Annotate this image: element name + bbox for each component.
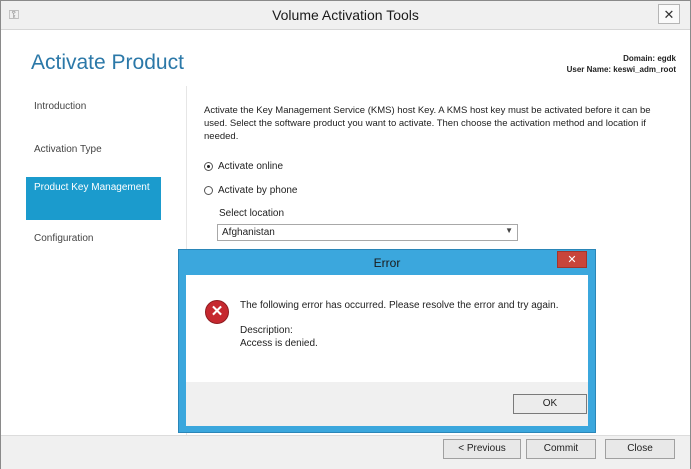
domain-label: Domain: egdk — [623, 54, 676, 63]
commit-button[interactable]: Commit — [526, 439, 596, 459]
description-value: Access is denied. — [240, 338, 318, 349]
activate-online-option[interactable]: Activate online — [204, 161, 283, 172]
page-title: Activate Product — [31, 51, 184, 74]
activate-by-phone-option[interactable]: Activate by phone — [204, 185, 298, 196]
location-select[interactable]: Afghanistan ▼ — [217, 224, 518, 241]
window-close-button[interactable]: ✕ — [658, 4, 680, 24]
volume-activation-window: ⚿ Volume Activation Tools ✕ Activate Pro… — [0, 0, 691, 469]
select-location-label: Select location — [219, 208, 285, 219]
domain-info: Domain: egdk User Name: keswi_adm_root — [567, 53, 676, 75]
error-dialog-title: Error — [373, 256, 401, 270]
sidebar-item-configuration[interactable]: Configuration — [26, 223, 161, 263]
previous-button[interactable]: < Previous — [443, 439, 521, 459]
error-message: The following error has occurred. Please… — [240, 300, 559, 311]
user-name-label: User Name: keswi_adm_root — [566, 65, 676, 74]
error-description: Description: Access is denied. — [240, 324, 318, 350]
error-dialog-close-button[interactable]: ✕ — [557, 251, 587, 268]
title-bar: ⚿ Volume Activation Tools ✕ — [1, 1, 690, 30]
error-dialog: Error ✕ ✕ The following error has occurr… — [178, 249, 596, 433]
error-icon: ✕ — [205, 300, 229, 324]
sidebar-item-introduction[interactable]: Introduction — [26, 91, 161, 131]
activate-online-radio[interactable] — [204, 161, 213, 171]
activate-by-phone-radio[interactable] — [204, 185, 213, 195]
ok-button[interactable]: OK — [513, 394, 587, 414]
activate-by-phone-label: Activate by phone — [218, 185, 298, 196]
sidebar-item-product-key-management[interactable]: Product Key Management — [26, 177, 161, 220]
location-select-value: Afghanistan — [222, 227, 275, 238]
close-button[interactable]: Close — [605, 439, 675, 459]
sidebar-item-activation-type[interactable]: Activation Type — [26, 134, 161, 174]
sidebar: Introduction Activation Type Product Key… — [26, 91, 161, 266]
activate-online-label: Activate online — [218, 161, 284, 172]
description-text: Activate the Key Management Service (KMS… — [204, 105, 651, 142]
window-title: Volume Activation Tools — [272, 7, 419, 23]
description-label: Description: — [240, 325, 293, 336]
chevron-down-icon[interactable]: ▼ — [505, 226, 513, 235]
